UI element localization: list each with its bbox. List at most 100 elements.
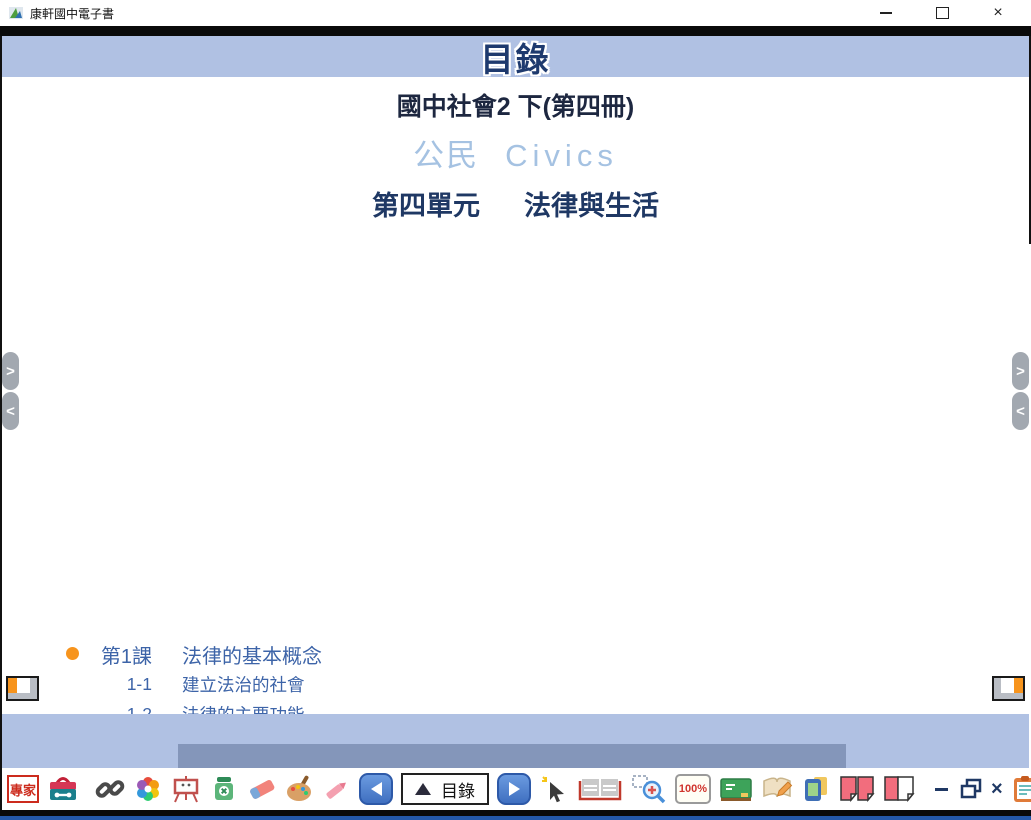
zoom-level-value: 100% <box>679 783 707 795</box>
window-title: 康軒國中電子書 <box>30 5 114 22</box>
window-close-button[interactable]: × <box>987 4 1009 22</box>
eraser-button[interactable] <box>247 774 277 804</box>
prev-page-icon <box>371 782 382 796</box>
notes-clipboard-button[interactable] <box>1011 774 1031 804</box>
next-page-button[interactable] <box>497 773 531 805</box>
next-page-icon <box>509 782 520 796</box>
chevron-left-icon: < <box>1016 403 1025 420</box>
toc-banner: 目錄 <box>2 36 1029 77</box>
one-page-view-button[interactable] <box>883 774 915 804</box>
link-icon <box>95 774 125 804</box>
toolbox-icon <box>47 774 79 804</box>
close-icon: × <box>993 5 1002 21</box>
section-row[interactable]: 2-3 憲法規定的人民基本義務 163 <box>64 496 488 526</box>
page-fold-right-button[interactable] <box>992 676 1025 701</box>
lesson-row[interactable]: 第1課 法律的基本概念 145 <box>64 244 488 274</box>
zoom-level-button[interactable]: 100% <box>675 774 711 804</box>
open-book-icon <box>577 774 623 804</box>
section-row[interactable]: 1-3 法律的位階 148 <box>64 334 488 364</box>
cursor-sparkle-icon <box>539 774 569 804</box>
page-fold-left-icon <box>8 678 37 693</box>
right-nav-forward-button[interactable]: > <box>1012 352 1029 390</box>
recycle-robot-icon <box>209 774 239 804</box>
chalkboard-icon <box>719 774 753 804</box>
page-selector[interactable]: 目錄 <box>401 773 489 805</box>
toolbox-button[interactable] <box>47 774 79 804</box>
page-title: 目錄 <box>481 33 551 81</box>
whiteboard-button[interactable] <box>171 774 201 804</box>
window-minimize-button[interactable] <box>875 4 897 22</box>
subject-heading: 公民 Civics <box>2 130 1029 175</box>
color-tools-button[interactable] <box>133 774 163 804</box>
chevron-right-icon: > <box>6 363 15 380</box>
lesson-row[interactable]: 第2課 人民的基本權利與義務 153 <box>64 406 488 436</box>
section-row[interactable]: 1-1 建立法治的社會 146 <box>64 274 488 304</box>
minimize-icon <box>880 12 892 14</box>
toolbar-minimize-button[interactable] <box>931 788 951 791</box>
section-row[interactable]: 1-2 法律的主要功能 147 <box>64 304 488 334</box>
close-icon: × <box>991 778 1003 801</box>
highlighter-button[interactable] <box>323 774 351 804</box>
lesson-row[interactable]: 第3課 民法與生活 167 <box>64 551 488 581</box>
link-tool-button[interactable] <box>95 774 125 804</box>
unit-heading: 第四單元 法律與生活 <box>2 184 1029 223</box>
clipboard-icon <box>1011 774 1031 804</box>
current-page-label: 目錄 <box>441 777 475 802</box>
restore-icon <box>959 777 983 801</box>
toolbar: 專家 <box>2 768 1029 810</box>
book-view-button[interactable] <box>577 774 623 804</box>
expert-badge-left[interactable]: 專家 <box>7 775 39 803</box>
subject-zh: 公民 <box>413 130 479 175</box>
page-fold-left-button[interactable] <box>6 676 39 701</box>
right-nav-back-button[interactable]: < <box>1012 392 1029 430</box>
pointer-tool-button[interactable] <box>539 774 569 804</box>
section-row[interactable]: 3-2 民法的原則 170 <box>64 611 488 641</box>
minimize-icon <box>935 788 948 791</box>
lesson-block: 第1課 法律的基本概念 145 1-1 建立法治的社會 146 1-2 法律的主… <box>64 244 488 364</box>
app-logo-icon <box>8 5 24 21</box>
zoom-area-button[interactable] <box>631 774 667 804</box>
section-row[interactable]: 3-3 民法上的行為能力 172 <box>64 641 488 671</box>
window-maximize-button[interactable] <box>931 4 953 22</box>
drawer-handle[interactable] <box>178 744 846 768</box>
two-page-view-button[interactable] <box>839 774 875 804</box>
blackboard-mode-button[interactable] <box>719 774 753 804</box>
section-row[interactable]: 3-1 民法規範的事項 168 <box>64 581 488 611</box>
eraser-icon <box>247 774 277 804</box>
marker-icon <box>323 774 351 804</box>
chevron-left-icon: < <box>6 403 15 420</box>
toolbar-restore-button[interactable] <box>959 777 983 801</box>
section-row[interactable]: 2-2 人民基本權利的限制 162 <box>64 466 488 496</box>
clear-annotations-button[interactable] <box>209 774 239 804</box>
two-page-view-icon <box>839 774 875 804</box>
section-row[interactable]: 3-4 民事責任 174 <box>64 671 488 701</box>
ebook-content-frame: 目錄 國中社會2 下(第四冊) 公民 Civics 第四單元 法律與生活 第1課… <box>0 36 1031 810</box>
expert-badge-left-label: 專家 <box>10 780 36 799</box>
page-fold-right-icon <box>994 678 1023 693</box>
left-nav-back-button[interactable]: < <box>2 392 19 430</box>
mobile-reader-button[interactable] <box>801 774 831 804</box>
maximize-icon <box>936 7 949 19</box>
chevron-right-icon: > <box>1016 363 1025 380</box>
bottom-accent-bar <box>0 816 1031 820</box>
unit-title: 法律與生活 <box>524 184 659 223</box>
window-titlebar: 康軒國中電子書 × <box>0 0 1031 26</box>
section-row[interactable]: 2-1 人民基本權利的種類 154 <box>64 436 488 466</box>
page-menu-up-icon <box>415 783 431 795</box>
unit-label: 第四單元 <box>372 184 480 223</box>
prev-page-button[interactable] <box>359 773 393 805</box>
ebook-window: 康軒國中電子書 × 目錄 國中社會2 下(第四冊) 公民 Civics 第四單元… <box>0 0 1031 820</box>
workbook-button[interactable] <box>761 774 793 804</box>
book-title: 國中社會2 下(第四冊) <box>2 87 1029 123</box>
paint-palette-button[interactable] <box>285 774 315 804</box>
one-page-view-icon <box>883 774 915 804</box>
lesson-block: 第3課 民法與生活 167 3-1 民法規範的事項 168 3-2 民法的原則 … <box>64 551 488 701</box>
left-nav-forward-button[interactable]: > <box>2 352 19 390</box>
toolbar-close-button[interactable]: × <box>991 778 1003 801</box>
toc-grid: 第1課 法律的基本概念 145 1-1 建立法治的社會 146 1-2 法律的主… <box>64 244 947 701</box>
easel-icon <box>171 774 201 804</box>
zoom-area-icon <box>631 774 667 804</box>
pinwheel-icon <box>133 774 163 804</box>
palette-icon <box>285 774 315 804</box>
subject-en: Civics <box>505 138 618 174</box>
